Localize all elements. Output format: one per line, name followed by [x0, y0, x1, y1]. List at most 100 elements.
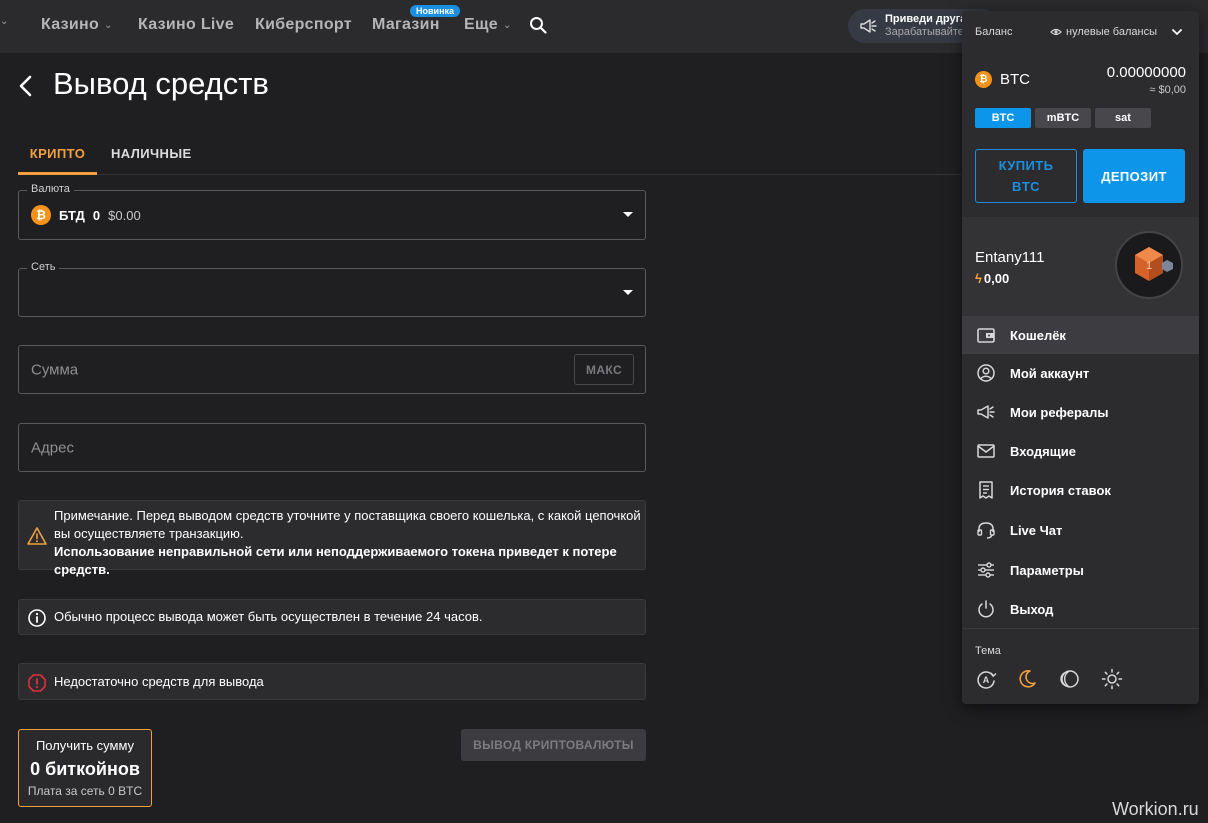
- currency-value: ₿ БТД 0 $0.00: [31, 205, 141, 225]
- account-dropdown: Баланс нулевые балансы ₿ BTC 0.00000000 …: [962, 11, 1199, 704]
- coin-balance: 0.00000000: [1106, 64, 1186, 81]
- nav-casino[interactable]: Казино ⌄: [41, 16, 113, 34]
- coin-name: BTC: [1000, 71, 1030, 88]
- moon-icon[interactable]: [1016, 668, 1038, 690]
- warning-line-3: Использование неправильной сети или непо…: [54, 544, 617, 577]
- network-select[interactable]: Сеть: [18, 261, 646, 317]
- amount-input[interactable]: Сумма МАКС: [18, 345, 646, 394]
- nav-esports[interactable]: Киберспорт: [255, 16, 352, 34]
- info-icon: [28, 609, 46, 627]
- nav-casino-live[interactable]: Казино Live: [138, 16, 234, 34]
- receipt-icon: [979, 481, 993, 499]
- theme-divider: [962, 628, 1199, 629]
- nav-esports-label: Киберспорт: [255, 16, 352, 33]
- page-title: Вывод средств: [53, 66, 269, 101]
- unit-sat-button[interactable]: sat: [1095, 108, 1151, 128]
- tabs-divider: [18, 174, 1018, 175]
- menu-logout[interactable]: Выход: [962, 590, 1199, 628]
- receive-amount: 0 биткойнов: [30, 759, 140, 779]
- balance-label: Баланс: [975, 26, 1013, 38]
- network-warning-notice: Примечание. Перед выводом средств уточни…: [18, 500, 646, 577]
- auto-theme-icon[interactable]: A: [975, 668, 997, 690]
- menu-wallet-label: Кошелёк: [1010, 327, 1066, 343]
- eye-icon: [1050, 28, 1062, 36]
- withdraw-crypto-button[interactable]: ВЫВОД КРИПТОВАЛЮТЫ: [461, 729, 646, 761]
- tab-cash[interactable]: НАЛИЧНЫЕ: [111, 146, 192, 161]
- menu-inbox-label: Входящие: [1010, 443, 1076, 459]
- vip-avatar[interactable]: 1: [1115, 231, 1183, 299]
- address-input[interactable]: Адрес: [18, 423, 646, 472]
- network-legend: Сеть: [27, 261, 60, 273]
- menu-inbox[interactable]: Входящие: [962, 432, 1199, 470]
- watermark: Workion.ru: [1112, 799, 1199, 819]
- megaphone-icon: [860, 19, 877, 33]
- coin-usd-balance: ≈ $0,00: [1149, 84, 1186, 96]
- back-arrow-icon[interactable]: [14, 72, 36, 100]
- warning-text: Примечание. Перед выводом средств уточни…: [54, 507, 645, 579]
- nav-back-chevron-icon[interactable]: ⌄: [0, 16, 9, 27]
- currency-amount: 0: [92, 207, 101, 223]
- error-text: Недостаточно средств для вывода: [54, 674, 264, 689]
- menu-wallet[interactable]: Кошелёк: [962, 316, 1199, 354]
- menu-bet-history-label: История ставок: [1010, 482, 1111, 498]
- search-icon[interactable]: [529, 16, 547, 34]
- menu-settings-label: Параметры: [1010, 562, 1084, 578]
- sun-icon[interactable]: [1101, 668, 1123, 690]
- currency-legend: Валюта: [27, 183, 74, 195]
- menu-live-chat[interactable]: Live Чат: [962, 511, 1199, 549]
- theme-label: Тема: [975, 645, 1001, 657]
- power-icon: [978, 600, 994, 618]
- unit-btc-button[interactable]: BTC: [975, 108, 1031, 128]
- buy-btc-button[interactable]: КУПИТЬ BTC: [975, 149, 1077, 203]
- buy-label-2: BTC: [1012, 179, 1040, 194]
- menu-referrals[interactable]: Мои рефералы: [962, 393, 1199, 431]
- vip-rank-icon: 1: [1135, 247, 1173, 281]
- zero-balances-label: нулевые балансы: [1066, 26, 1157, 38]
- nav-casino-label: Казино: [41, 16, 100, 33]
- mail-icon: [977, 444, 995, 458]
- receive-label: Получить сумму: [35, 738, 135, 753]
- dropdown-caret-icon: [623, 289, 633, 295]
- user-icon: [977, 364, 995, 382]
- dark-theme-icon[interactable]: [1059, 668, 1081, 690]
- username[interactable]: Entany111: [975, 249, 1045, 266]
- network-fee: Плата за сеть 0 BTC: [27, 784, 143, 798]
- new-badge: Новинка: [410, 5, 461, 17]
- amount-placeholder: Сумма: [31, 361, 79, 378]
- currency-select[interactable]: Валюта ₿ БТД 0 $0.00: [18, 183, 646, 240]
- nav-shop-label: Магазин: [372, 16, 440, 33]
- max-button[interactable]: МАКС: [574, 354, 634, 385]
- currency-code: БТД: [59, 207, 85, 223]
- warning-line-1: Примечание. Перед выводом средств уточни…: [54, 508, 641, 523]
- receive-summary: Получить сумму 0 биткойнов Плата за сеть…: [18, 729, 152, 807]
- wallet-icon: [977, 328, 995, 343]
- promo-title: Приведи друга: [885, 13, 967, 25]
- bitcoin-icon: ₿: [975, 71, 992, 88]
- insufficient-funds-notice: Недостаточно средств для вывода: [18, 663, 646, 700]
- nav-shop[interactable]: Магазин: [372, 16, 440, 34]
- unit-mbtc-button[interactable]: mBTC: [1035, 108, 1091, 128]
- svg-text:A: A: [983, 675, 990, 685]
- zero-balances-toggle[interactable]: нулевые балансы: [1050, 26, 1157, 38]
- chevron-down-icon: ⌄: [104, 19, 113, 31]
- lightning-icon: ϟ: [975, 271, 982, 286]
- promo-subtitle: Зарабатывайте: [885, 26, 964, 38]
- chevron-down-icon: ⌄: [502, 19, 512, 31]
- dropdown-caret-icon: [623, 212, 633, 217]
- chevron-down-icon[interactable]: [1170, 25, 1184, 39]
- buy-label-1: КУПИТЬ: [998, 158, 1054, 173]
- menu-my-account-label: Мой аккаунт: [1010, 365, 1090, 381]
- user-points: ϟ 0,00: [975, 271, 1009, 286]
- deposit-button[interactable]: ДЕПОЗИТ: [1083, 149, 1185, 203]
- tab-crypto[interactable]: КРИПТО: [18, 146, 97, 175]
- bitcoin-icon: ₿: [31, 205, 51, 225]
- svg-text:1: 1: [1146, 260, 1152, 272]
- menu-referrals-label: Мои рефералы: [1010, 404, 1109, 420]
- processing-time-notice: Обычно процесс вывода может быть осущест…: [18, 599, 646, 635]
- menu-my-account[interactable]: Мой аккаунт: [962, 354, 1199, 392]
- menu-bet-history[interactable]: История ставок: [962, 471, 1199, 509]
- menu-settings[interactable]: Параметры: [962, 551, 1199, 589]
- nav-more[interactable]: Еще ⌄: [464, 16, 512, 34]
- currency-usd: $0.00: [108, 207, 141, 223]
- megaphone-icon: [977, 405, 995, 419]
